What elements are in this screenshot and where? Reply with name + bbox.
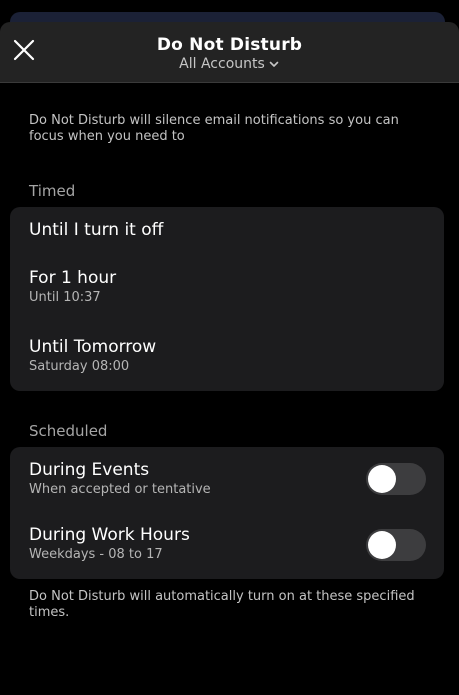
schedule-during-work-hours: During Work Hours Weekdays - 08 to 17 (29, 525, 354, 563)
schedule-title: During Events (29, 460, 150, 480)
chevron-down-icon (268, 58, 280, 70)
intro-text: Do Not Disturb will silence email notifi… (29, 113, 399, 144)
option-title: Until I turn it off (29, 220, 164, 240)
scheduled-options-card: During Events When accepted or tentative… (10, 447, 444, 579)
account-selector-label: All Accounts (179, 56, 265, 72)
option-until-turn-off[interactable]: Until I turn it off (29, 220, 430, 240)
schedule-title: During Work Hours (29, 525, 190, 545)
timed-section-label: Timed (29, 182, 76, 200)
scheduled-section-label: Scheduled (29, 422, 108, 440)
schedule-subtitle: Weekdays - 08 to 17 (29, 547, 163, 562)
option-subtitle: Until 10:37 (29, 290, 101, 305)
schedule-subtitle: When accepted or tentative (29, 482, 211, 497)
toggle-knob (368, 531, 396, 559)
during-work-hours-toggle[interactable] (366, 529, 426, 561)
during-events-toggle[interactable] (366, 463, 426, 495)
footer-note: Do Not Disturb will automatically turn o… (29, 589, 415, 620)
page-title: Do Not Disturb (156, 35, 303, 55)
schedule-during-events: During Events When accepted or tentative (29, 460, 354, 498)
account-selector[interactable]: All Accounts (0, 56, 459, 72)
option-subtitle: Saturday 08:00 (29, 359, 130, 374)
do-not-disturb-sheet: Do Not Disturb All Accounts Do Not Distu… (0, 22, 459, 695)
timed-options-card: Until I turn it off For 1 hour Until 10:… (10, 207, 444, 391)
header-bar: Do Not Disturb All Accounts (0, 22, 459, 83)
option-title: For 1 hour (29, 268, 117, 288)
toggle-knob (368, 465, 396, 493)
option-until-tomorrow[interactable]: Until Tomorrow Saturday 08:00 (29, 337, 430, 375)
option-title: Until Tomorrow (29, 337, 157, 357)
option-for-1-hour[interactable]: For 1 hour Until 10:37 (29, 268, 430, 306)
